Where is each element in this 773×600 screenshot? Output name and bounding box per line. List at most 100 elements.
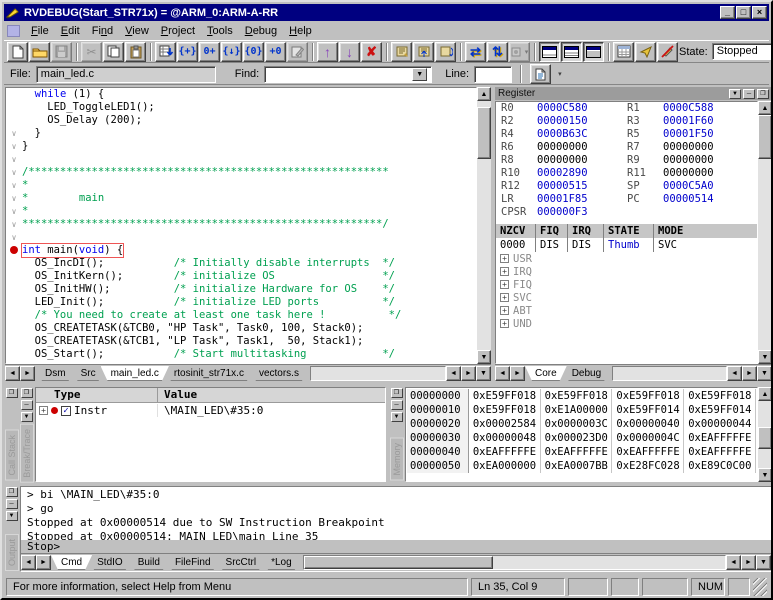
scroll-left-icon[interactable]: ◄ [727, 366, 742, 381]
code-gutter[interactable] [6, 257, 22, 270]
memory-row[interactable]: 000000000xE59FF0180xE59FF0180xE59FF0180x… [407, 389, 756, 403]
output-tab-build[interactable]: Build [128, 555, 170, 570]
menu-project[interactable]: Project [155, 24, 201, 38]
pane-menu-icon[interactable]: ▼ [391, 412, 403, 422]
float-pane-icon[interactable]: ❐ [6, 388, 18, 398]
reload-image-button[interactable] [435, 42, 456, 62]
find-dropdown-icon[interactable]: ▼ [412, 68, 427, 81]
memory-table[interactable]: 000000000xE59FF0180xE59FF0180xE59FF0180x… [405, 387, 758, 482]
layout-full-button[interactable] [583, 42, 604, 62]
tab-scroll-left-icon[interactable]: ◄ [21, 555, 36, 570]
memory-row[interactable]: 000000400xEAFFFFFE0xEAFFFFFE0xEAFFFFFE0x… [407, 445, 756, 459]
pane-hide-icon[interactable]: ─ [21, 400, 33, 410]
register-row[interactable]: R40000B63CR500001F50 [496, 128, 757, 141]
pane-hide-icon[interactable]: ─ [391, 400, 403, 410]
expand-icon[interactable]: + [500, 319, 509, 328]
show-registers-window-button[interactable] [613, 42, 634, 62]
expand-icon[interactable]: + [500, 306, 509, 315]
register-row[interactable]: R600000000R700000000 [496, 141, 757, 154]
expand-icon[interactable]: + [500, 280, 509, 289]
memory-row[interactable]: 000000200x000025840x0000003C0x000000400x… [407, 417, 756, 431]
load-image-button[interactable] [413, 42, 434, 62]
mode-row-abt[interactable]: +ABT [496, 304, 757, 317]
code-gutter[interactable] [6, 296, 22, 309]
memory-row[interactable]: 000000300x000000480x000023D00x0000004C0x… [407, 431, 756, 445]
editor-vertical-scrollbar[interactable]: ▲ ▼ [477, 87, 491, 364]
code-gutter[interactable]: ∨ [6, 231, 22, 244]
pane-menu-icon[interactable]: ▼ [21, 412, 33, 422]
scroll-up-icon[interactable]: ▲ [758, 387, 772, 401]
scroll-left-icon[interactable]: ◄ [726, 555, 741, 570]
register-row[interactable]: R1200000515SP0000C5A0 [496, 180, 757, 193]
code-gutter[interactable]: ∨ [6, 140, 22, 153]
source-view-button[interactable] [530, 64, 551, 84]
console-log[interactable]: > bi \MAIN_LED\#35:0> goStopped at 0x000… [21, 488, 771, 540]
code-gutter[interactable]: ∨ [6, 179, 22, 192]
output-tab-cmd[interactable]: Cmd [51, 555, 92, 570]
register-row[interactable]: R200000150R300001F60 [496, 115, 757, 128]
pane-hide-icon[interactable]: ─ [743, 89, 755, 99]
line-input[interactable] [479, 68, 507, 80]
pane-dock-icon[interactable]: ❒ [391, 388, 403, 398]
scroll-up-icon[interactable]: ▲ [758, 101, 772, 115]
code-gutter[interactable] [6, 101, 22, 114]
include-file-button[interactable] [391, 42, 412, 62]
edit-source-button[interactable] [287, 42, 308, 62]
mode-row-usr[interactable]: +USR [496, 252, 757, 265]
layout-src-only-button[interactable] [539, 42, 560, 62]
step-over-button[interactable]: 0+ [199, 42, 220, 62]
expand-icon[interactable]: + [500, 293, 509, 302]
mode-row-svc[interactable]: +SVC [496, 291, 757, 304]
source-tab-src[interactable]: Src [71, 366, 106, 381]
step-into-button[interactable]: {+} [177, 42, 198, 62]
scroll-right-icon[interactable]: ► [461, 366, 476, 381]
tab-scroll-left-icon[interactable]: ◄ [495, 366, 510, 381]
scroll-right-icon[interactable]: ► [742, 366, 757, 381]
output-tab-filefind[interactable]: FileFind [165, 555, 221, 570]
tab-scroll-right-icon[interactable]: ► [510, 366, 525, 381]
code-gutter[interactable] [6, 348, 22, 361]
minimize-button[interactable]: _ [720, 6, 735, 19]
menu-file[interactable]: File [25, 24, 55, 38]
close-button[interactable]: × [752, 6, 767, 19]
horizontal-scrollbar[interactable] [612, 366, 727, 381]
output-tab-srcctrl[interactable]: SrcCtrl [216, 555, 267, 570]
code-gutter[interactable]: ∨ [6, 205, 22, 218]
code-gutter[interactable] [6, 270, 22, 283]
register-vertical-scrollbar[interactable]: ▲ ▼ [758, 101, 772, 364]
tab-scroll-right-icon[interactable]: ► [36, 555, 51, 570]
pane-menu-icon[interactable]: ▼ [729, 89, 741, 99]
menu-view[interactable]: View [119, 24, 155, 38]
mode-row-fiq[interactable]: +FIQ [496, 278, 757, 291]
download-to-target-button[interactable] [635, 42, 656, 62]
tab-call-stack[interactable]: Call Stack [5, 430, 19, 481]
source-tab-rtosinit-str71x-c[interactable]: rtosinit_str71x.c [164, 366, 254, 381]
scroll-up-icon[interactable]: ▲ [477, 87, 491, 101]
register-row[interactable]: R800000000R900000000 [496, 154, 757, 167]
code-gutter[interactable] [6, 88, 22, 101]
tab-scroll-right-icon[interactable]: ► [20, 366, 35, 381]
breakpoint-icon[interactable] [6, 244, 22, 257]
breakpoint-checkbox[interactable]: ✓ [61, 406, 71, 416]
source-tab-vectors-s[interactable]: vectors.s [249, 366, 309, 381]
tab-scroll-left-icon[interactable]: ◄ [5, 366, 20, 381]
source-tab-dsm[interactable]: Dsm [35, 366, 76, 381]
scroll-down-icon[interactable]: ▼ [758, 350, 772, 364]
output-tab--log[interactable]: *Log [261, 555, 302, 570]
step-into-instruction-button[interactable]: {↓} [221, 42, 242, 62]
register-row[interactable]: R00000C580R10000C588 [496, 102, 757, 115]
clear-edits-button[interactable] [657, 42, 678, 62]
register-tab-debug[interactable]: Debug [562, 366, 611, 381]
step-over-instruction-button[interactable]: {0} [243, 42, 264, 62]
console-prompt[interactable]: Stop> [21, 540, 771, 553]
register-list[interactable]: R00000C580R10000C588R200000150R300001F60… [495, 101, 758, 364]
tab-break-trace[interactable]: Break/Trace [20, 424, 34, 483]
update-window-button[interactable]: ⇅ [487, 42, 508, 62]
scroll-down-icon[interactable]: ▼ [477, 350, 491, 364]
register-tab-core[interactable]: Core [525, 366, 567, 381]
scroll-down-icon[interactable]: ▼ [758, 468, 772, 482]
save-file-button[interactable] [51, 42, 72, 62]
stop-execution-button[interactable]: ✘ [361, 42, 382, 62]
expand-icon[interactable]: + [39, 406, 48, 415]
menu-help[interactable]: Help [283, 24, 318, 38]
